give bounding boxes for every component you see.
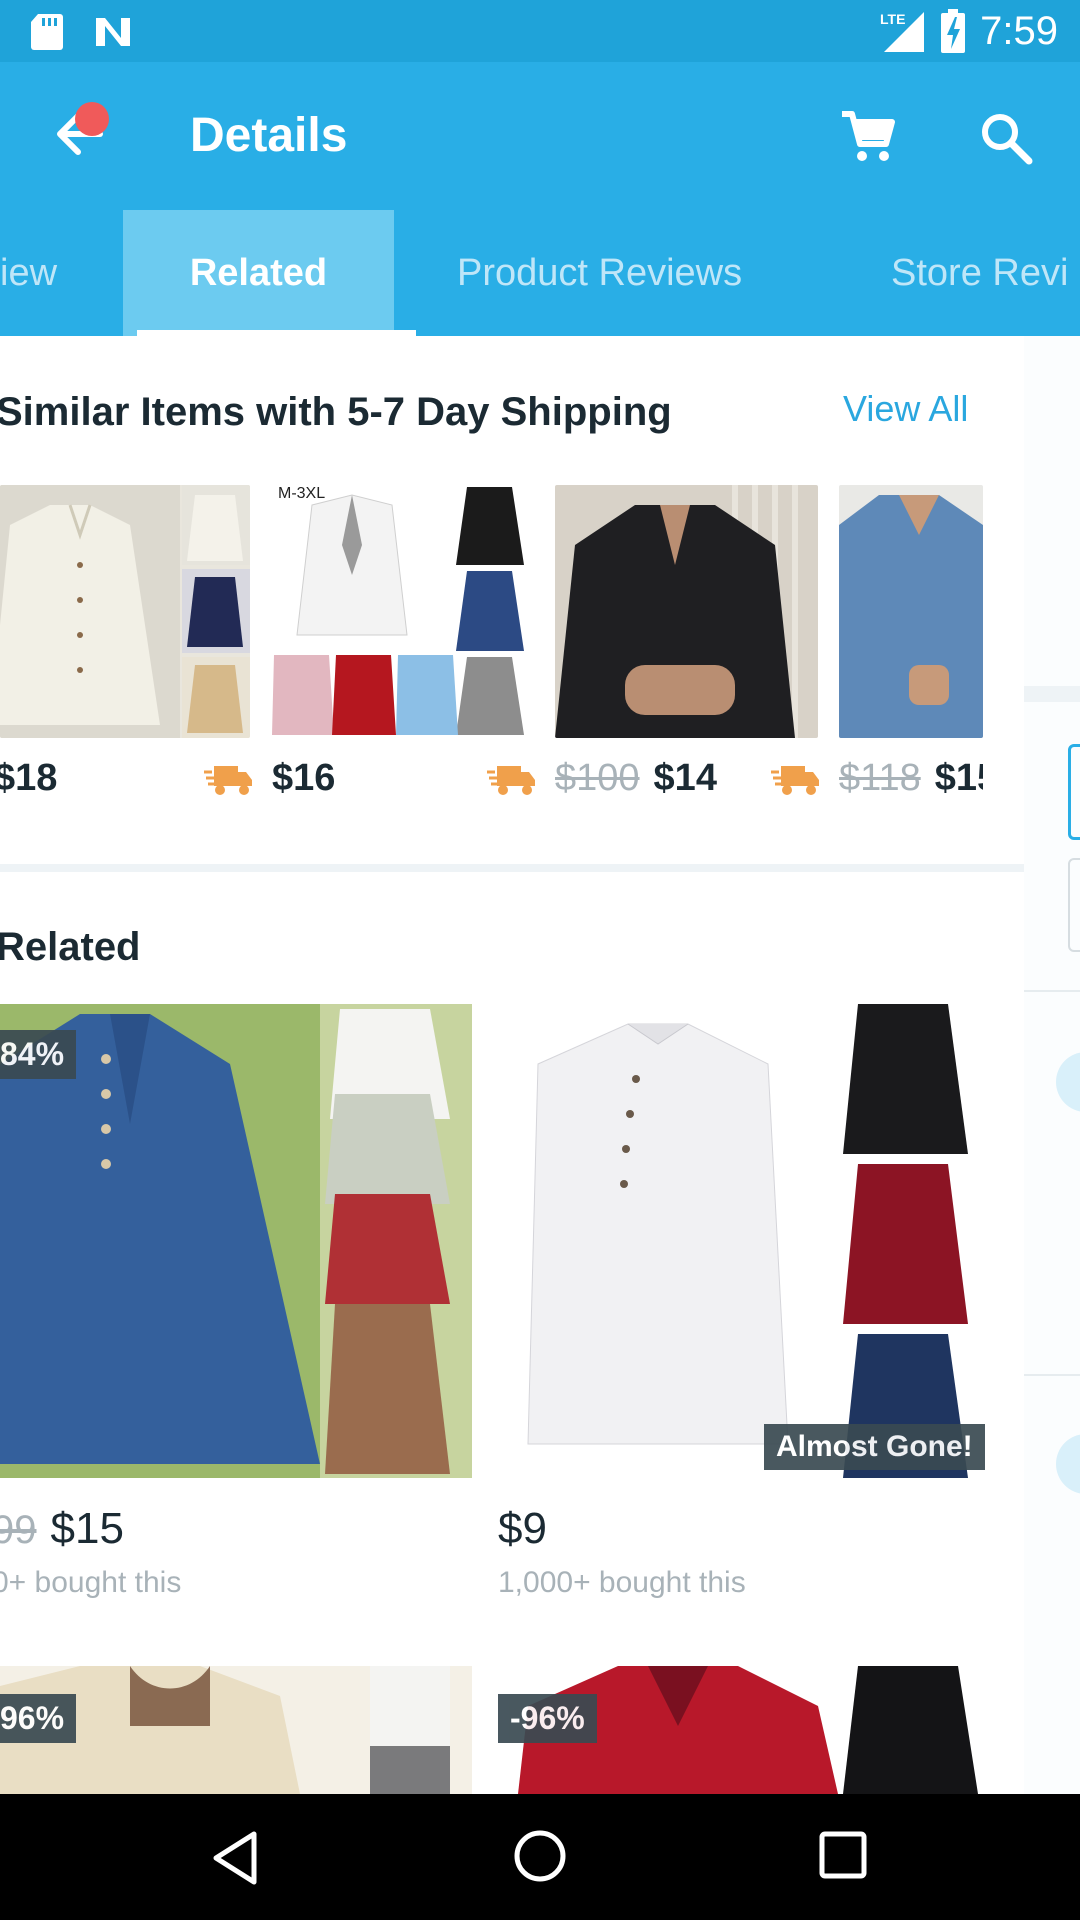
system-nav-bar (0, 1794, 1080, 1920)
fast-shipping-icon (487, 766, 535, 795)
clock: 7:59 (980, 8, 1058, 53)
side-panel-edge (1024, 336, 1080, 1796)
tab-indicator (137, 330, 416, 336)
similar-item-image-3[interactable] (555, 485, 818, 738)
tab-bar: iew Related Product Reviews Store Revi (0, 210, 1080, 336)
tab-product-reviews[interactable]: Product Reviews (457, 210, 742, 336)
nav-home-icon[interactable] (512, 1828, 568, 1884)
tab-overview[interactable]: iew (0, 210, 57, 336)
sale-price: $14 (653, 757, 717, 799)
discount-badge: -96% (498, 1694, 597, 1743)
original-price: 99 (0, 1508, 37, 1552)
related-item-price-1: 99 $15 (0, 1504, 124, 1554)
view-all-link[interactable]: View All (843, 388, 968, 430)
similar-item-price-2: $16 (272, 757, 336, 799)
related-item-price-2: $9 (498, 1504, 547, 1553)
section-divider (0, 864, 1024, 872)
page-title: Details (190, 109, 348, 162)
lte-signal-icon: LTE (880, 11, 925, 52)
app-bar: Details (0, 62, 1080, 210)
similar-item-price-4: $118 $15 (839, 757, 983, 800)
similar-items-title: Similar Items with 5-7 Day Shipping (0, 390, 672, 434)
similar-item-price-1: $18 (0, 757, 58, 799)
tab-store-reviews[interactable]: Store Revi (891, 210, 1068, 336)
fast-shipping-icon (204, 766, 252, 795)
cart-icon[interactable] (838, 108, 898, 168)
discount-badge: 96% (0, 1694, 77, 1743)
related-item-image-2[interactable] (498, 1004, 998, 1478)
tab-related[interactable]: Related (123, 210, 394, 336)
bought-count: 1,000+ bought this (498, 1566, 746, 1599)
original-price: $100 (555, 757, 640, 799)
nav-recents-icon[interactable] (818, 1830, 868, 1880)
nav-back-icon[interactable] (210, 1830, 262, 1886)
similar-item-image-2[interactable]: M-3XL (272, 485, 532, 738)
almost-gone-tag: Almost Gone! (764, 1424, 985, 1470)
bought-count: 0+ bought this (0, 1566, 182, 1599)
search-icon[interactable] (976, 108, 1036, 168)
original-price: $118 (839, 757, 921, 799)
sd-card-icon (31, 14, 63, 50)
network-type-label: LTE (880, 11, 905, 27)
similar-item-price-3: $100 $14 (555, 757, 717, 800)
related-title: Related (0, 925, 141, 969)
similar-item-image-1[interactable] (0, 485, 250, 738)
size-range-label: M-3XL (278, 485, 326, 502)
status-bar: LTE 7:59 (0, 0, 1080, 62)
discount-badge: 84% (0, 1030, 77, 1079)
sale-price: $15 (50, 1504, 124, 1553)
notification-dot (75, 102, 109, 136)
fast-shipping-icon (771, 766, 819, 795)
sale-price: $15 (934, 757, 983, 799)
battery-charging-icon (941, 9, 966, 53)
similar-item-image-4[interactable] (839, 485, 983, 738)
n-app-icon (96, 18, 130, 46)
